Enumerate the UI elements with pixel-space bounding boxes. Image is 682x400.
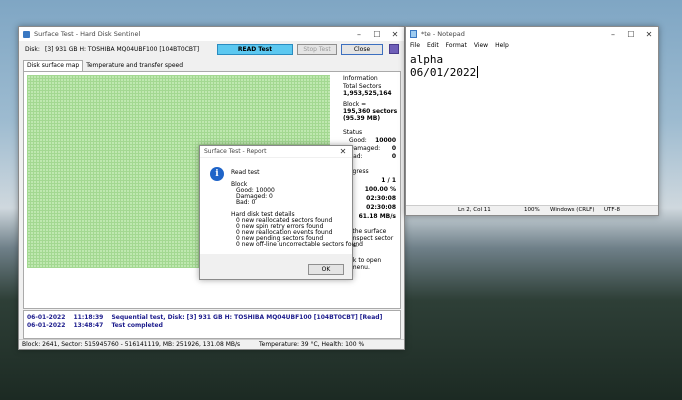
minimize-button[interactable]: –: [350, 27, 368, 41]
report-heading: Read test: [231, 169, 260, 176]
info-icon: i: [210, 167, 224, 181]
save-icon[interactable]: [389, 44, 399, 54]
total-sectors-value: 1,953,525,164: [343, 90, 392, 97]
menu-file[interactable]: File: [410, 42, 420, 51]
tab-temperature[interactable]: Temperature and transfer speed: [83, 60, 186, 71]
window-title: Surface Test - Hard Disk Sentinel: [34, 30, 141, 38]
menu-help[interactable]: Help: [495, 42, 509, 51]
log-entry: 06-01-2022 11:18:39 Sequential test, Dis…: [27, 314, 382, 321]
text-cursor: [477, 66, 479, 78]
editor-line-text: 06/01/2022: [410, 66, 477, 79]
progress-value: 100.00 %: [364, 186, 396, 193]
good-value: 10000: [375, 137, 396, 144]
close-button[interactable]: Close: [341, 44, 383, 55]
info-heading: Information: [343, 75, 378, 82]
status-right: Temperature: 39 °C, Health: 100 %: [259, 341, 365, 348]
damaged-value: 0: [391, 145, 396, 152]
disk-label: Disk:: [25, 46, 40, 53]
editor-line: 06/01/2022: [410, 66, 654, 79]
status-position: Ln 2, Col 11: [458, 207, 491, 213]
status-encoding: UTF-8: [604, 207, 621, 213]
bad-value: 0: [391, 153, 396, 160]
report-bad: Bad: 0: [236, 199, 256, 206]
editor-line: alpha: [410, 53, 444, 66]
notepad-icon: [410, 30, 417, 38]
close-window-button[interactable]: ✕: [386, 27, 404, 41]
report-dialog: Surface Test - Report ✕ i Read test Bloc…: [199, 145, 363, 280]
status-bar: Block: 2641, Sector: 515945760 - 5161411…: [19, 339, 404, 349]
report-titlebar: Surface Test - Report ✕: [200, 146, 352, 157]
maximize-button[interactable]: ☐: [622, 27, 640, 41]
close-dialog-button[interactable]: ✕: [334, 146, 352, 157]
log-date: 06-01-2022: [27, 314, 66, 321]
block-mb: (95.39 MB): [343, 115, 381, 122]
notepad-menubar: File Edit Format View Help: [406, 41, 658, 52]
report-detail-line: 0 new off-line uncorrectable sectors fou…: [236, 241, 363, 248]
notepad-editor[interactable]: alpha 06/01/2022: [406, 52, 658, 202]
log-time: 11:18:39: [73, 314, 104, 321]
log-time: 13:48:47: [73, 322, 104, 329]
hds-titlebar: Surface Test - Hard Disk Sentinel – ☐ ✕: [19, 27, 404, 41]
progress-value: 02:30:08: [366, 204, 396, 211]
ok-button[interactable]: OK: [308, 264, 344, 275]
progress-value: 61.18 MB/s: [358, 213, 396, 220]
stop-test-button[interactable]: Stop Test: [297, 44, 337, 55]
tab-bar: Disk surface map Temperature and transfe…: [23, 60, 186, 71]
hds-app-icon: [23, 30, 30, 38]
minimize-button[interactable]: –: [604, 27, 622, 41]
maximize-button[interactable]: ☐: [368, 27, 386, 41]
good-label: Good:: [349, 137, 367, 144]
total-sectors-label: Total Sectors: [343, 83, 382, 90]
read-test-button[interactable]: READ Test: [217, 44, 293, 55]
log-text: Test completed: [111, 322, 163, 329]
block-label: Block =: [343, 101, 367, 108]
status-zoom: 100%: [524, 207, 540, 213]
menu-edit[interactable]: Edit: [427, 42, 439, 51]
notepad-statusbar: Ln 2, Col 11 100% Windows (CRLF) UTF-8: [406, 205, 658, 215]
menu-view[interactable]: View: [474, 42, 488, 51]
log-date: 06-01-2022: [27, 322, 66, 329]
status-heading: Status: [343, 129, 363, 136]
disk-selector[interactable]: [3] 931 GB H: TOSHIBA MQ04UBF100 [104BT0…: [45, 46, 199, 53]
status-eol: Windows (CRLF): [550, 207, 595, 213]
log-text: Sequential test, Disk: [3] 931 GB H: TOS…: [111, 314, 383, 321]
tab-disk-surface-map[interactable]: Disk surface map: [23, 60, 84, 71]
status-left: Block: 2641, Sector: 515945760 - 5161411…: [22, 341, 241, 348]
progress-value: 1 / 1: [381, 177, 396, 184]
progress-value: 02:30:08: [366, 195, 396, 202]
log-area[interactable]: 06-01-2022 11:18:39 Sequential test, Dis…: [23, 310, 401, 339]
damaged-label: Damaged:: [349, 145, 381, 152]
notepad-title: *te - Notepad: [421, 30, 465, 38]
log-entry: 06-01-2022 13:48:47 Test completed: [27, 322, 163, 329]
block-sectors: 195,360 sectors: [343, 108, 398, 115]
close-window-button[interactable]: ✕: [640, 27, 658, 41]
notepad-window: *te - Notepad – ☐ ✕ File Edit Format Vie…: [405, 26, 659, 216]
report-title: Surface Test - Report: [204, 148, 267, 155]
menu-format[interactable]: Format: [446, 42, 467, 51]
notepad-titlebar: *te - Notepad – ☐ ✕: [406, 27, 658, 41]
toolbar: Disk: [3] 931 GB H: TOSHIBA MQ04UBF100 […: [19, 44, 404, 56]
report-body: i Read test Block Good: 10000 Damaged: 0…: [200, 158, 363, 254]
